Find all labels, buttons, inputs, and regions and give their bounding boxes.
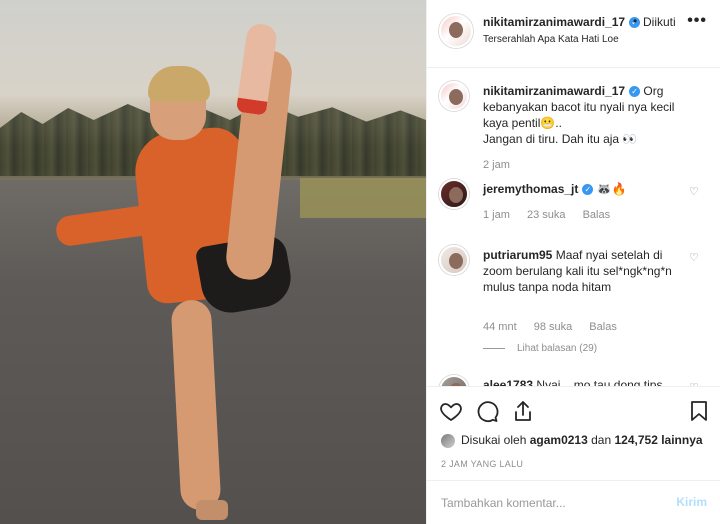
comment-reply-button[interactable]: Balas [589,321,617,333]
comment-avatar[interactable] [439,375,469,386]
replies-divider [483,347,505,349]
comment-body: 🦝🔥 [596,182,627,196]
verified-badge-icon: ✓ [629,86,641,98]
comment-bubble-icon[interactable] [475,399,499,423]
like-heart-icon[interactable] [439,399,463,423]
comment-username[interactable]: putriarum95 [483,248,552,262]
post-timestamp[interactable]: 2 JAM YANG LALU [441,459,523,469]
author-location[interactable]: Terserahlah Apa Kata Hati Loe [483,34,619,45]
comment-time[interactable]: 44 mnt [483,321,517,333]
comment-input[interactable] [441,493,641,513]
comment-avatar[interactable] [439,179,469,209]
liker-avatar [441,433,455,448]
caption-text: nikitamirzanimawardi_17 ✓ Org kebanyakan … [483,83,683,147]
photo-figure-shoe-standing [196,500,228,520]
share-icon[interactable] [511,399,535,423]
caption-author-avatar[interactable] [439,81,469,111]
comment-meta: 44 mnt 98 suka Balas [483,321,631,333]
comment-like-heart-icon[interactable]: ♡ [689,185,699,198]
following-button[interactable]: Diikuti [643,15,676,29]
add-comment-bar: Kirim [427,480,720,524]
header-separator: • [633,14,638,28]
post-side-panel: nikitamirzanimawardi_17 ✓ • Diikuti Terse… [426,0,720,524]
caption-body-line2: Jangan di tiru. Dah itu aja 👀 [483,132,638,146]
post-actions: Disukai oleh agam0213 dan 124,752 lainny… [427,386,720,480]
comment-likes[interactable]: 98 suka [534,321,573,333]
caption-meta: 2 jam [483,159,524,171]
comment-body: Nyai... mo tau dong tips [536,378,663,386]
photo-figure-hair [148,66,210,102]
comment-reply-button[interactable]: Balas [583,209,611,221]
post-photo[interactable] [0,0,426,524]
more-options-button[interactable]: ••• [687,12,707,30]
comment-meta: 1 jam 23 suka Balas [483,209,624,221]
photo-field [300,178,426,218]
verified-badge-icon: ✓ [582,184,594,196]
comment-text: alee1783 Nyai... mo tau dong tips [483,377,683,386]
comment-time[interactable]: 1 jam [483,209,510,221]
author-avatar[interactable] [439,14,473,48]
comment-username[interactable]: jeremythomas_jt [483,182,578,196]
comment-likes[interactable]: 23 suka [527,209,566,221]
liker-username[interactable]: agam0213 [530,433,588,447]
comment-username[interactable]: alee1783 [483,378,533,386]
save-bookmark-icon[interactable] [687,399,711,423]
comment-text: jeremythomas_jt ✓ 🦝🔥 [483,181,683,197]
comments-list[interactable]: nikitamirzanimawardi_17 ✓ Org kebanyakan … [427,69,720,386]
comment-like-heart-icon[interactable]: ♡ [689,251,699,264]
view-replies-button[interactable]: Lihat balasan (29) [483,343,597,354]
post-header: nikitamirzanimawardi_17 ✓ • Diikuti Terse… [427,0,720,68]
caption-time[interactable]: 2 jam [483,159,510,171]
comment-text: putriarum95 Maaf nyai setelah di zoom be… [483,247,683,295]
comment-avatar[interactable] [439,245,469,275]
likes-count[interactable]: 124,752 lainnya [614,433,702,447]
likes-summary[interactable]: Disukai oleh agam0213 dan 124,752 lainny… [441,433,703,448]
caption-username[interactable]: nikitamirzanimawardi_17 [483,84,625,98]
author-username[interactable]: nikitamirzanimawardi_17 ✓ [483,15,641,29]
send-comment-button[interactable]: Kirim [676,495,707,509]
